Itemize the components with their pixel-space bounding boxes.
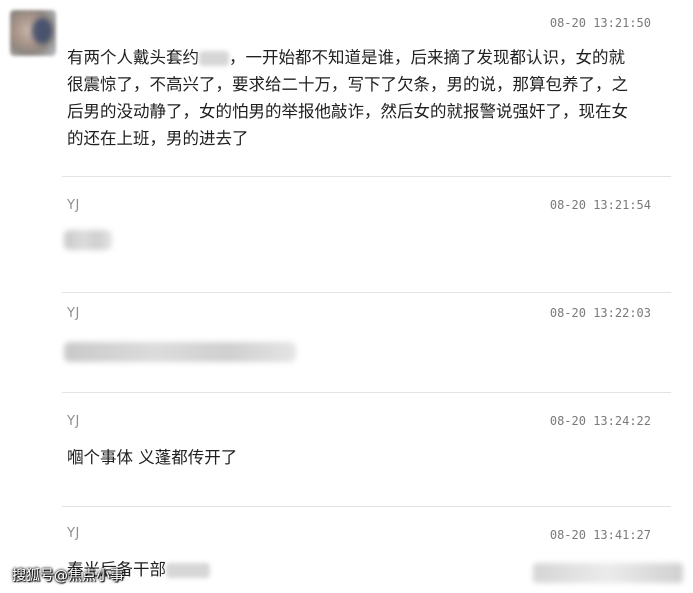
message-divider [62, 506, 671, 507]
message-text[interactable]: 有两个人戴头套约 ，一开始都不知道是谁，后来摘了发现都认识，女的就很震惊了，不高兴… [67, 44, 632, 152]
message-time: 08-20 13:21:50 [549, 16, 651, 30]
message-text[interactable]: 嗰个事体 义蓬都传开了 [67, 444, 632, 471]
redacted-blur [64, 230, 112, 250]
message-3: YJ 08-20 13:22:03 [0, 294, 693, 390]
message-sender: YJ [67, 198, 80, 213]
message-4: YJ 08-20 13:24:22 嗰个事体 义蓬都传开了 [0, 394, 693, 494]
message-time: 08-20 13:22:03 [549, 306, 651, 320]
redacted-blur [533, 563, 683, 583]
redacted-blur [199, 51, 229, 66]
watermark: 搜狐号@焦点小事 [12, 568, 124, 584]
message-divider [62, 392, 671, 393]
message-sender: YJ [67, 414, 80, 429]
message-sender: YJ [67, 526, 80, 541]
message-2: YJ 08-20 13:21:54 [0, 178, 693, 290]
message-divider [62, 176, 671, 177]
message-divider [62, 292, 671, 293]
message-time: 08-20 13:41:27 [549, 528, 651, 542]
redacted-blur [166, 563, 210, 578]
avatar-image [32, 18, 52, 44]
message-1: 08-20 13:21:50 有两个人戴头套约 ，一开始都不知道是谁，后来摘了发现… [0, 0, 693, 170]
redacted-blur [64, 342, 296, 362]
message-text-part-1: 有两个人戴头套约 [67, 48, 199, 67]
message-time: 08-20 13:24:22 [549, 414, 651, 428]
message-time: 08-20 13:21:54 [549, 198, 651, 212]
message-sender: YJ [67, 306, 80, 321]
avatar[interactable] [10, 10, 56, 56]
